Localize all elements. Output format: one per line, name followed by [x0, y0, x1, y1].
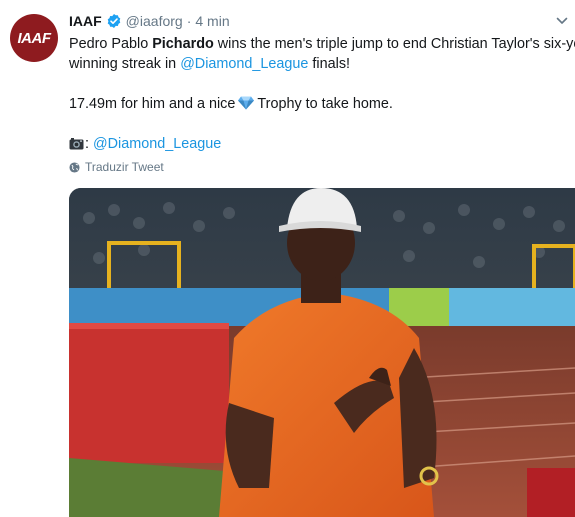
tweet-line-4: : @Diamond_League [69, 134, 569, 154]
translate-tweet-link[interactable]: Traduzir Tweet [69, 160, 164, 174]
author-name[interactable]: IAAF [69, 13, 102, 29]
globe-icon [69, 161, 80, 173]
text-segment: Trophy to take home. [257, 96, 393, 112]
mention-link[interactable]: @Diamond_League [180, 56, 308, 72]
athlete-photo-illustration [69, 188, 575, 517]
translate-label: Traduzir Tweet [85, 160, 164, 174]
photo-credit-mention[interactable]: @Diamond_League [93, 136, 221, 152]
tweet-photo[interactable] [69, 188, 575, 517]
avatar[interactable]: IAAF [10, 14, 58, 62]
text-segment: winning streak in [69, 56, 181, 72]
camera-emoji [69, 138, 84, 150]
tweet-card[interactable]: IAAF IAAF @iaaforg · 4 min Pedro Pablo P… [0, 0, 575, 517]
text-segment: finals! [308, 56, 351, 72]
text-segment: Pedro Pablo [69, 36, 153, 52]
text-segment: : [85, 136, 93, 152]
text-segment: 17.49m for him and a nice [69, 96, 236, 112]
verified-badge-icon [107, 14, 120, 28]
tweet-line-1: Pedro Pablo Pichardo wins the men's trip… [69, 34, 575, 54]
tweet-header: IAAF @iaaforg · 4 min [69, 12, 230, 30]
tweet-line-3: 17.49m for him and a nice Trophy to take… [69, 94, 569, 114]
athlete-name: Pichardo [152, 36, 214, 52]
tweet-line-2: winning streak in @Diamond_League finals… [69, 54, 569, 74]
chevron-down-icon[interactable] [556, 15, 568, 27]
tweet-text: Pedro Pablo Pichardo wins the men's trip… [69, 34, 575, 154]
author-handle[interactable]: @iaaforg [126, 13, 183, 29]
header-separator: · [186, 13, 192, 29]
text-segment: wins the men's triple jump to end Christ… [213, 36, 575, 52]
tweet-timestamp[interactable]: 4 min [195, 13, 229, 29]
gem-emoji [238, 96, 255, 110]
avatar-logo-text: IAAF [17, 29, 52, 47]
